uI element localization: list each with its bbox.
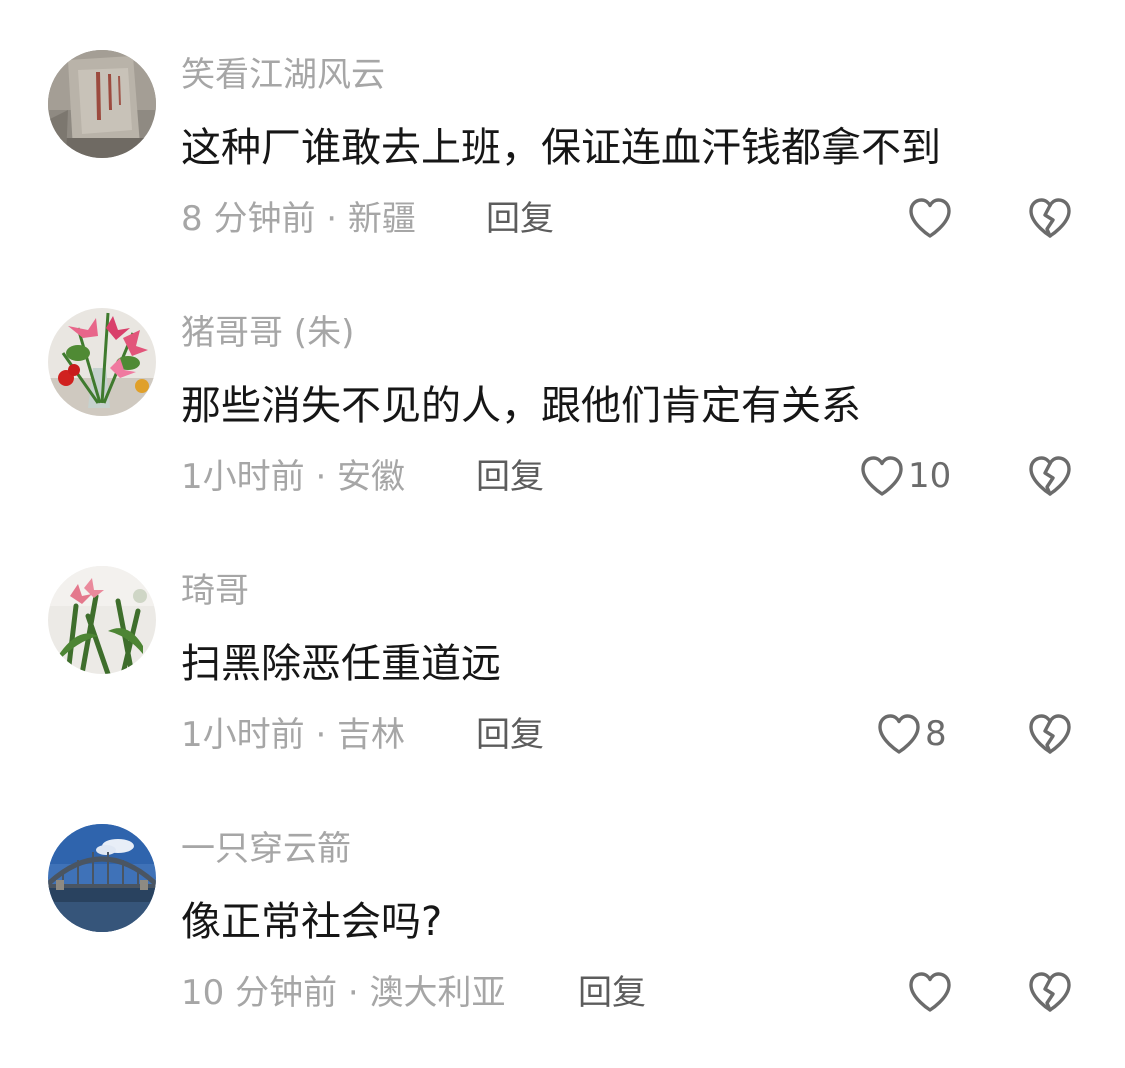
- comment-meta: 1小时前 · 安徽: [181, 457, 406, 497]
- heart-outline-icon: [906, 195, 954, 241]
- dislike-button[interactable]: [1026, 966, 1074, 1018]
- heart-outline-icon: [858, 453, 906, 499]
- heart-outline-icon: [875, 711, 923, 757]
- like-button[interactable]: [906, 966, 956, 1018]
- comment-text: 那些消失不见的人，跟他们肯定有关系: [181, 383, 861, 429]
- broken-heart-icon: [1026, 453, 1074, 499]
- like-button[interactable]: 10: [858, 450, 951, 502]
- username[interactable]: 琦哥: [181, 568, 249, 614]
- comment-text: 这种厂谁敢去上班，保证连血汗钱都拿不到: [181, 125, 941, 171]
- comment-meta: 1小时前 · 吉林: [181, 715, 406, 755]
- broken-heart-icon: [1026, 195, 1074, 241]
- like-button[interactable]: [906, 192, 956, 244]
- avatar[interactable]: [48, 824, 156, 932]
- comment-item: 笑看江湖风云 这种厂谁敢去上班，保证连血汗钱都拿不到 8 分钟前 · 新疆 回复: [0, 0, 1125, 258]
- username[interactable]: 一只穿云箭: [181, 826, 351, 872]
- like-button[interactable]: 8: [875, 708, 947, 760]
- broken-heart-icon: [1026, 711, 1074, 757]
- reply-button[interactable]: 回复: [578, 970, 646, 1016]
- username[interactable]: 猪哥哥 (朱): [181, 310, 354, 356]
- reply-button[interactable]: 回复: [476, 454, 544, 500]
- comment-item: 猪哥哥 (朱) 那些消失不见的人，跟他们肯定有关系 1小时前 · 安徽 回复 1…: [0, 258, 1125, 516]
- comment-meta: 10 分钟前 · 澳大利亚: [181, 973, 506, 1013]
- like-count: 8: [925, 714, 947, 754]
- like-count: 10: [908, 456, 952, 496]
- comment-text: 像正常社会吗?: [181, 899, 443, 945]
- avatar[interactable]: [48, 566, 156, 674]
- dislike-button[interactable]: [1026, 708, 1074, 760]
- comment-meta: 8 分钟前 · 新疆: [181, 199, 416, 239]
- comment-text: 扫黑除恶任重道远: [181, 641, 501, 687]
- comment-item: 琦哥 扫黑除恶任重道远 1小时前 · 吉林 回复 8: [0, 516, 1125, 774]
- heart-outline-icon: [906, 969, 954, 1015]
- dislike-button[interactable]: [1026, 450, 1074, 502]
- username[interactable]: 笑看江湖风云: [181, 52, 385, 98]
- reply-button[interactable]: 回复: [486, 196, 554, 242]
- reply-button[interactable]: 回复: [476, 712, 544, 758]
- dislike-button[interactable]: [1026, 192, 1074, 244]
- avatar[interactable]: [48, 50, 156, 158]
- broken-heart-icon: [1026, 969, 1074, 1015]
- avatar[interactable]: [48, 308, 156, 416]
- comment-item: 一只穿云箭 像正常社会吗? 10 分钟前 · 澳大利亚 回复: [0, 774, 1125, 1032]
